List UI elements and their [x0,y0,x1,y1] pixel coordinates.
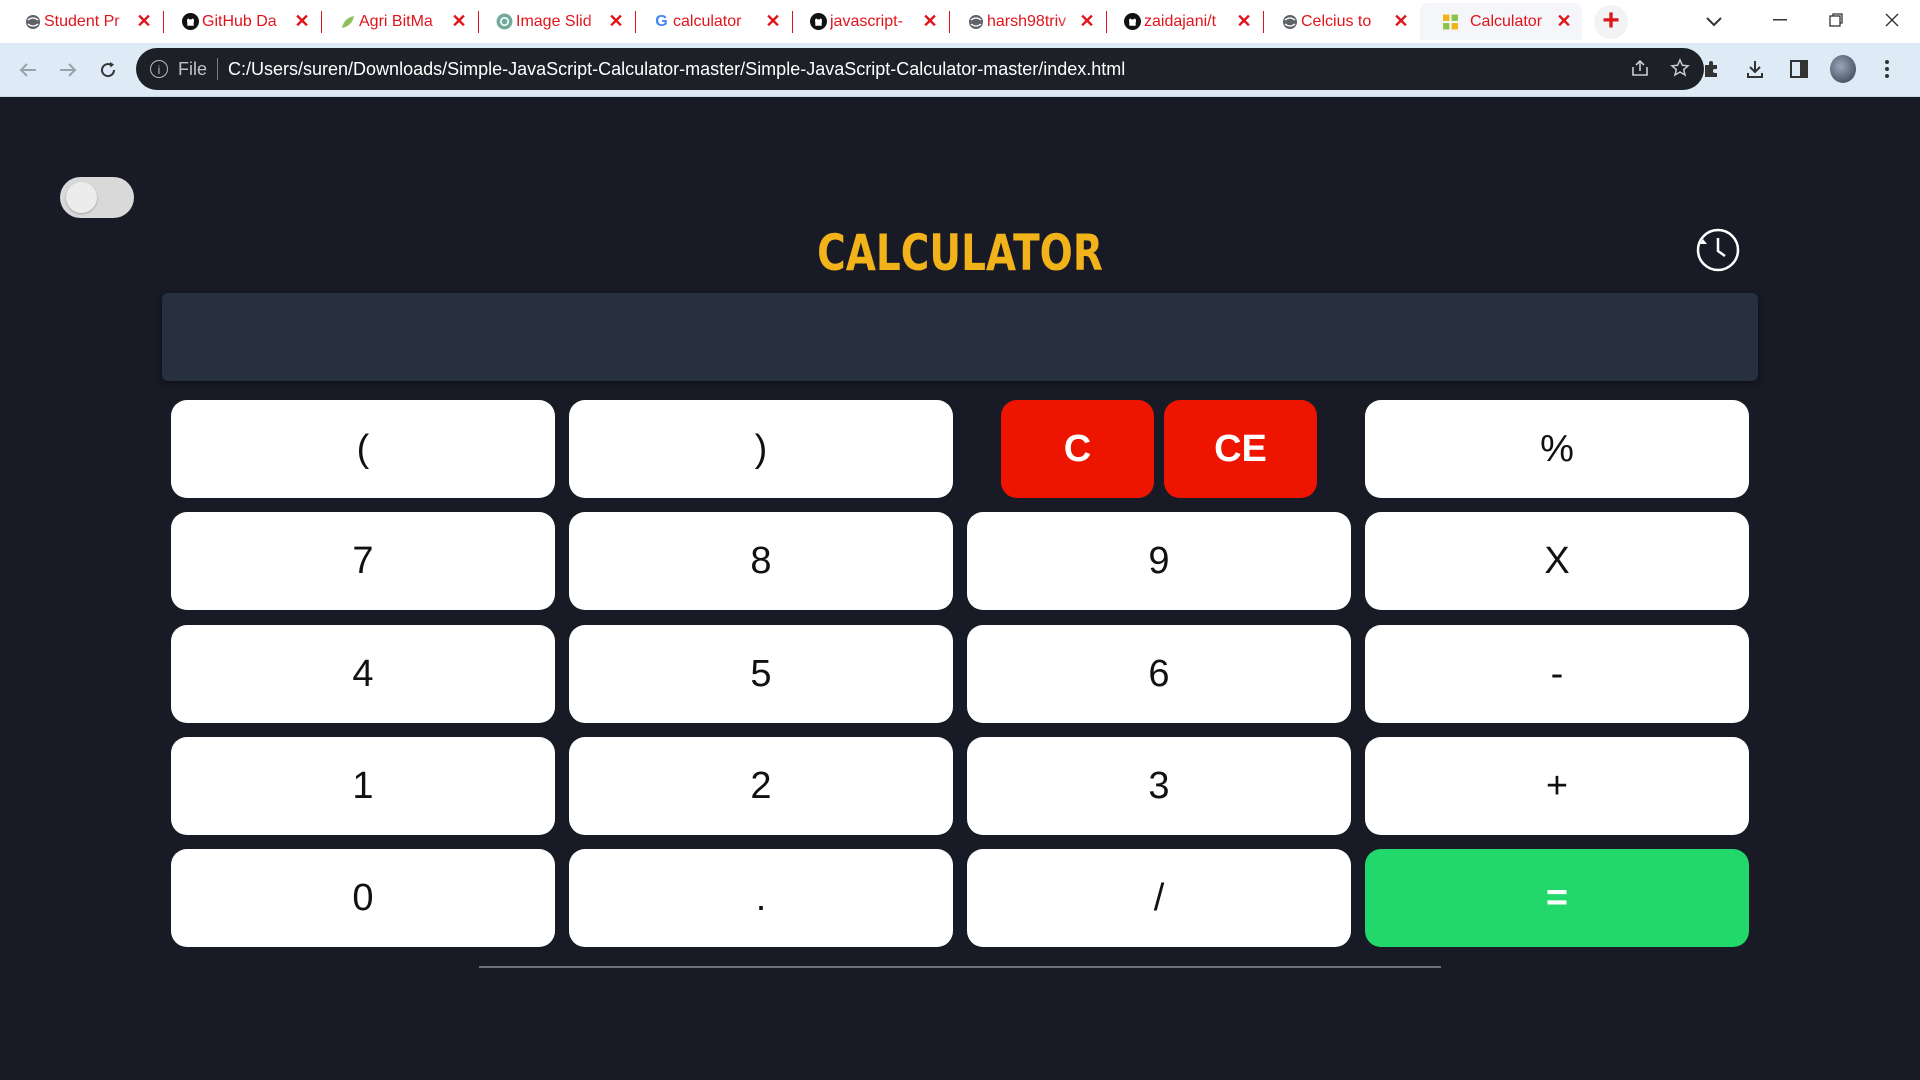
tab-strip: Student Pr ✕ GitHub Da ✕ Agri BitMa ✕ Im… [0,0,1920,44]
profile-avatar[interactable] [1830,55,1856,83]
close-tab-icon[interactable]: ✕ [292,11,312,31]
digit-4-button[interactable]: 4 [171,625,555,723]
tab-student[interactable]: Student Pr ✕ [22,3,164,40]
digit-0-button[interactable]: 0 [171,849,555,947]
close-tab-icon[interactable]: ✕ [1234,11,1254,31]
new-tab-button[interactable]: + [1594,5,1628,39]
openai-icon [496,13,513,30]
digit-5-button[interactable]: 5 [569,625,953,723]
digit-8-button[interactable]: 8 [569,512,953,610]
tab-calculator-active[interactable]: Calculator ✕ [1420,3,1582,40]
side-panel-icon[interactable] [1786,55,1812,83]
close-tab-icon[interactable]: ✕ [134,11,154,31]
bookmark-star-icon[interactable] [1670,58,1690,83]
calculator-display [162,293,1758,381]
calculator-favicon-icon [1442,13,1459,30]
google-icon: G [655,12,668,30]
tab-label: javascript- [830,12,903,30]
globe-icon [24,13,41,30]
tab-separator [478,11,479,33]
digit-2-button[interactable]: 2 [569,737,953,835]
close-window-icon[interactable] [1864,0,1920,40]
decimal-point-button[interactable]: . [569,849,953,947]
download-icon[interactable] [1742,55,1768,83]
tab-label: Celcius to [1301,12,1372,30]
multiply-button[interactable]: X [1365,512,1749,610]
tab-separator [635,11,636,33]
tab-image-slider[interactable]: Image Slid ✕ [494,3,636,40]
tab-label: Image Slid [516,12,592,30]
restore-icon[interactable] [1808,0,1864,40]
tab-separator [1106,11,1107,33]
tab-javascript[interactable]: javascript- ✕ [808,3,950,40]
close-tab-icon[interactable]: ✕ [449,11,469,31]
digit-1-button[interactable]: 1 [171,737,555,835]
github-icon [182,13,199,30]
url-text[interactable]: C:/Users/suren/Downloads/Simple-JavaScri… [228,59,1125,80]
info-icon[interactable]: i [150,60,168,78]
tab-separator [949,11,950,33]
tab-separator [1263,11,1264,33]
theme-toggle-switch[interactable] [60,177,134,218]
tab-label: Student Pr [44,12,120,30]
tab-label: Agri BitMa [359,12,433,30]
plus-button[interactable]: + [1365,737,1749,835]
divide-button[interactable]: / [967,849,1351,947]
share-icon[interactable] [1630,58,1650,83]
close-paren-button[interactable]: ) [569,400,953,498]
more-vertical-icon[interactable] [1874,55,1900,83]
minus-button[interactable]: - [1365,625,1749,723]
tab-label: GitHub Da [202,12,277,30]
leaf-icon [339,13,356,30]
globe-icon [967,13,984,30]
open-paren-button[interactable]: ( [171,400,555,498]
globe-icon [1281,13,1298,30]
tab-celcius[interactable]: Celcius to ✕ [1279,3,1419,40]
tab-zaidajani[interactable]: zaidajani/t ✕ [1122,3,1264,40]
github-icon [1124,13,1141,30]
github-icon [810,13,827,30]
digit-6-button[interactable]: 6 [967,625,1351,723]
tab-separator [792,11,793,33]
clear-entry-button[interactable]: CE [1164,400,1317,498]
back-arrow-icon[interactable] [14,56,42,84]
clear-button[interactable]: C [1001,400,1154,498]
toggle-knob [66,182,97,213]
digit-9-button[interactable]: 9 [967,512,1351,610]
minimize-icon[interactable] [1752,0,1808,40]
tab-harsh98triv[interactable]: harsh98triv ✕ [965,3,1107,40]
equals-button[interactable]: = [1365,849,1749,947]
digit-3-button[interactable]: 3 [967,737,1351,835]
close-tab-icon[interactable]: ✕ [1391,11,1411,31]
percent-button[interactable]: % [1365,400,1749,498]
tab-github-da[interactable]: GitHub Da ✕ [180,3,322,40]
digit-7-button[interactable]: 7 [171,512,555,610]
reload-icon[interactable] [94,56,122,84]
close-tab-icon[interactable]: ✕ [920,11,940,31]
page-title: CALCULATOR [817,224,1103,282]
tab-agri-bitma[interactable]: Agri BitMa ✕ [337,3,479,40]
browser-toolbar: i File C:/Users/suren/Downloads/Simple-J… [0,43,1920,97]
toolbar-right-icons [1698,55,1920,83]
forward-arrow-icon[interactable] [54,56,82,84]
close-tab-icon[interactable]: ✕ [763,11,783,31]
extensions-puzzle-icon[interactable] [1698,55,1724,83]
tab-separator [321,11,322,33]
tab-separator [163,11,164,33]
tab-label: zaidajani/t [1144,12,1217,30]
window-controls [1752,0,1920,43]
close-tab-icon[interactable]: ✕ [606,11,626,31]
tab-calculator-search[interactable]: G calculator ✕ [651,3,793,40]
tab-label: calculator [673,12,742,30]
tab-search-chevron-down-icon[interactable] [1700,8,1728,36]
address-bar[interactable]: i File C:/Users/suren/Downloads/Simple-J… [136,48,1704,90]
tab-label: harsh98triv [987,12,1067,30]
close-tab-icon[interactable]: ✕ [1554,11,1574,31]
divider-line [479,966,1441,968]
scheme-label: File [178,58,208,79]
history-clock-icon[interactable] [1695,227,1741,273]
close-tab-icon[interactable]: ✕ [1077,11,1097,31]
address-divider [217,58,219,80]
